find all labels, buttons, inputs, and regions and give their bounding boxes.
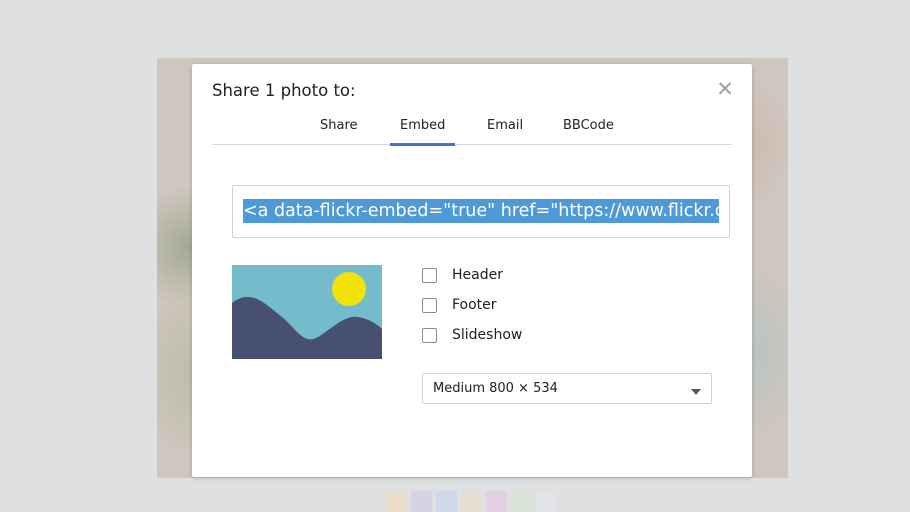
thumbnail-strip (386, 491, 557, 512)
share-tabs: Share Embed Email BBCode (212, 116, 732, 146)
thumbnail[interactable] (511, 491, 532, 512)
size-select[interactable]: Medium 800 × 534 (422, 373, 712, 404)
size-select-value: Medium 800 × 534 (433, 381, 558, 396)
slideshow-label: Slideshow (452, 327, 523, 343)
tab-embed[interactable]: Embed (390, 118, 456, 146)
thumbnail[interactable] (536, 491, 557, 512)
tab-bbcode[interactable]: BBCode (553, 118, 624, 144)
preview-sun (332, 272, 366, 306)
embed-code-field[interactable]: <a data-flickr-embed="true" href="https:… (232, 185, 730, 238)
footer-option[interactable]: Footer (422, 294, 497, 316)
tab-share[interactable]: Share (310, 118, 368, 144)
embed-code-text[interactable]: <a data-flickr-embed="true" href="https:… (243, 199, 719, 223)
close-icon[interactable]: ✕ (714, 78, 736, 100)
header-checkbox[interactable] (422, 267, 437, 283)
thumbnail[interactable] (386, 491, 407, 512)
slideshow-checkbox[interactable] (422, 327, 437, 343)
thumbnail[interactable] (436, 491, 457, 512)
footer-label: Footer (452, 297, 497, 313)
tab-email[interactable]: Email (477, 118, 533, 144)
thumbnail[interactable] (461, 491, 482, 512)
header-option[interactable]: Header (422, 264, 503, 286)
slideshow-option[interactable]: Slideshow (422, 324, 522, 346)
share-dialog: Share 1 photo to: ✕ Share Embed Email BB… (192, 64, 752, 477)
thumbnail[interactable] (411, 491, 432, 512)
footer-checkbox[interactable] (422, 297, 437, 313)
thumbnail[interactable] (486, 491, 507, 512)
dialog-title: Share 1 photo to: (212, 81, 356, 100)
chevron-down-icon (691, 389, 701, 395)
header-label: Header (452, 267, 503, 283)
image-placeholder-icon (232, 265, 382, 359)
